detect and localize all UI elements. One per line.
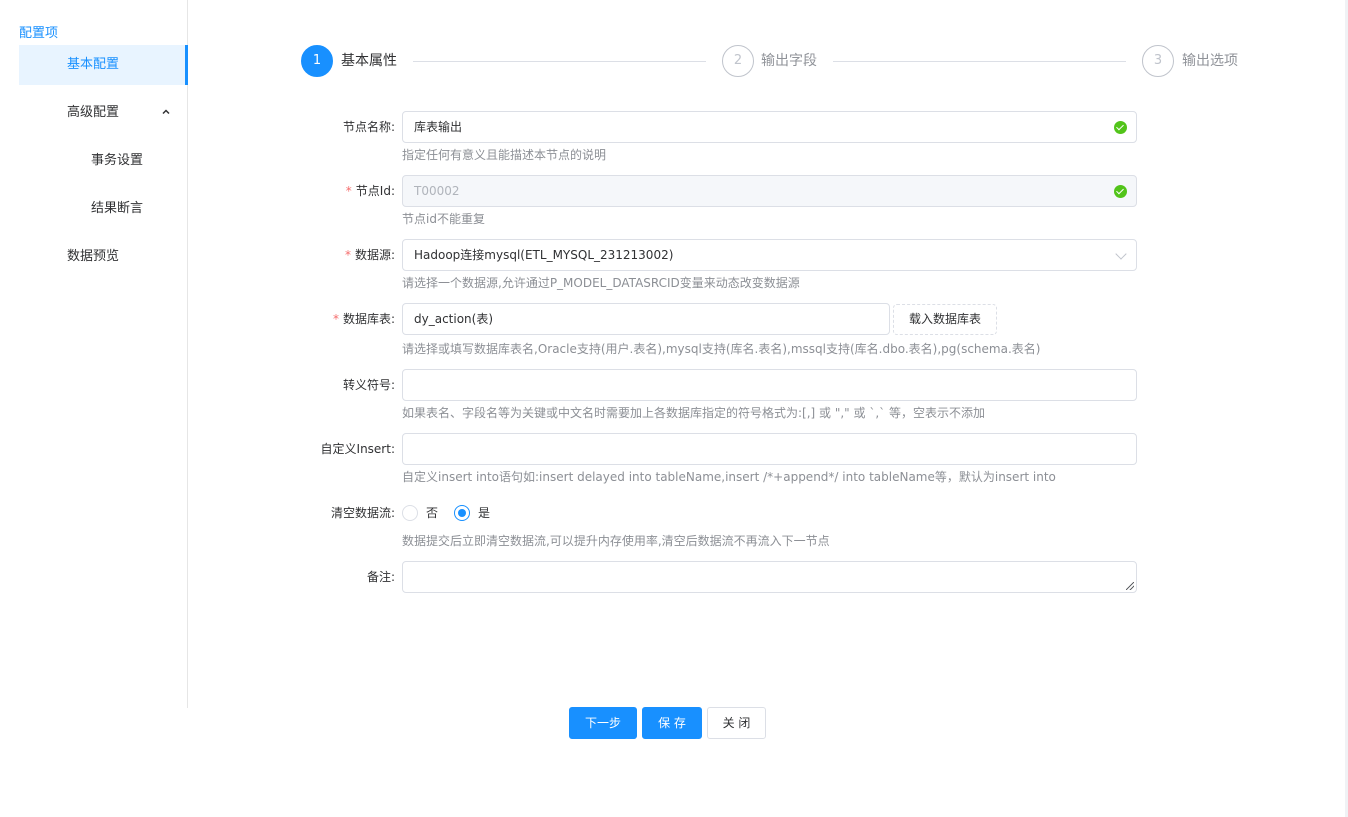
db-table-value: dy_action(表) xyxy=(414,312,494,326)
close-button[interactable]: 关 闭 xyxy=(707,707,766,739)
clear-stream-radio-yes[interactable] xyxy=(454,505,470,521)
node-name-hint: 指定任何有意义且能描述本节点的说明 xyxy=(402,148,607,162)
datasource-hint: 请选择一个数据源,允许通过P_MODEL_DATASRCID变量来动态改变数据源 xyxy=(402,276,800,290)
chevron-up-icon xyxy=(161,93,171,133)
step-2-title: 输出字段 xyxy=(761,53,817,69)
step-connector xyxy=(413,61,706,62)
sidebar-title: 配置项 xyxy=(19,26,59,41)
custom-insert-input[interactable] xyxy=(402,433,1137,465)
valid-check-icon xyxy=(1114,185,1127,198)
required-asterisk: * xyxy=(344,248,351,262)
sidebar-item-advanced-config[interactable]: 高级配置 xyxy=(19,93,188,133)
sidebar-item-label: 高级配置 xyxy=(67,105,120,120)
sidebar-item-transaction-settings[interactable]: 事务设置 xyxy=(19,141,188,181)
db-table-label: * 数据库表: xyxy=(332,312,395,326)
next-step-button[interactable]: 下一步 xyxy=(569,707,637,739)
node-name-input[interactable]: 库表输出 xyxy=(402,111,1137,143)
page: 配置项 基本配置 高级配置 事务设置 结果断言 数据预览 1 基本属性 2 输出… xyxy=(0,0,1348,817)
db-table-input[interactable]: dy_action(表) xyxy=(402,303,890,335)
sidebar-item-label: 基本配置 xyxy=(67,57,120,72)
sidebar: 配置项 基本配置 高级配置 事务设置 结果断言 数据预览 xyxy=(0,0,188,708)
remark-textarea[interactable] xyxy=(402,561,1137,593)
sidebar-item-result-assertion[interactable]: 结果断言 xyxy=(19,189,188,229)
node-id-value: T00002 xyxy=(414,184,460,198)
custom-insert-hint: 自定义insert into语句如:insert delayed into ta… xyxy=(402,470,1056,484)
node-name-value: 库表输出 xyxy=(414,120,463,134)
step-3-number: 3 xyxy=(1142,45,1174,77)
step-1-number: 1 xyxy=(301,45,333,77)
datasource-label: * 数据源: xyxy=(344,248,395,262)
node-name-label: 节点名称: xyxy=(342,120,395,134)
clear-stream-option-no[interactable]: 否 xyxy=(426,505,438,521)
clear-stream-radio-no[interactable] xyxy=(402,505,418,521)
sidebar-item-label: 结果断言 xyxy=(91,201,144,216)
required-asterisk: * xyxy=(345,184,352,198)
escape-symbol-label: 转义符号: xyxy=(342,378,395,392)
step-3-title: 输出选项 xyxy=(1182,53,1238,69)
resize-handle-icon[interactable] xyxy=(1126,582,1134,590)
step-2-number: 2 xyxy=(722,45,754,77)
node-id-label: * 节点Id: xyxy=(345,184,395,198)
sidebar-item-label: 事务设置 xyxy=(91,153,144,168)
escape-symbol-hint: 如果表名、字段名等为关键或中文名时需要加上各数据库指定的符号格式为:[,] 或 … xyxy=(402,406,985,420)
clear-stream-hint: 数据提交后立即清空数据流,可以提升内存使用率,清空后数据流不再流入下一节点 xyxy=(402,534,830,548)
clear-stream-option-yes[interactable]: 是 xyxy=(478,505,490,521)
valid-check-icon xyxy=(1114,121,1127,134)
sidebar-item-label: 数据预览 xyxy=(67,249,120,264)
custom-insert-label: 自定义Insert: xyxy=(320,442,395,456)
save-button[interactable]: 保 存 xyxy=(642,707,702,739)
sidebar-item-data-preview[interactable]: 数据预览 xyxy=(19,237,188,277)
db-table-hint: 请选择或填写数据库表名,Oracle支持(用户.表名),mysql支持(库名.表… xyxy=(402,342,1041,356)
step-1-title: 基本属性 xyxy=(341,53,397,69)
datasource-select[interactable]: Hadoop连接mysql(ETL_MYSQL_231213002) xyxy=(402,239,1137,271)
node-id-input: T00002 xyxy=(402,175,1137,207)
step-connector xyxy=(833,61,1126,62)
sidebar-item-basic-config[interactable]: 基本配置 xyxy=(19,45,188,85)
clear-stream-label: 清空数据流: xyxy=(330,506,395,520)
datasource-value: Hadoop连接mysql(ETL_MYSQL_231213002) xyxy=(414,248,674,262)
required-asterisk: * xyxy=(332,312,339,326)
remark-label: 备注: xyxy=(366,570,395,584)
load-db-table-button[interactable]: 载入数据库表 xyxy=(893,304,997,335)
node-id-hint: 节点id不能重复 xyxy=(402,212,485,226)
chevron-down-icon xyxy=(1115,248,1127,260)
escape-symbol-input[interactable] xyxy=(402,369,1137,401)
